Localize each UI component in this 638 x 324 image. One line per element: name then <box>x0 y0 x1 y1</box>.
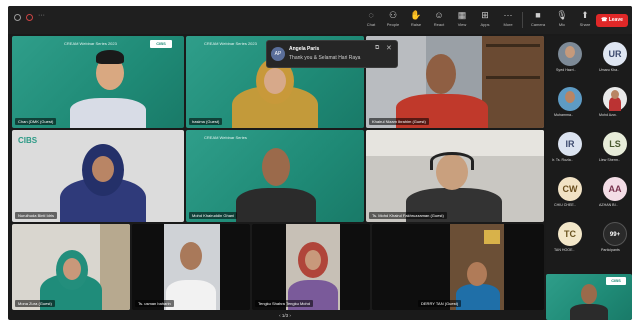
roster-avatar[interactable]: LS <box>603 132 627 156</box>
cibs-logo: CIBS <box>606 277 626 285</box>
participant-name: Ts. Mohd Khairul Fakhruzzaman (Guest) <box>369 212 447 219</box>
participant-face <box>262 148 290 186</box>
camera-button[interactable]: ■ Camera <box>526 9 550 33</box>
participant-figure <box>70 98 146 128</box>
mic-button[interactable]: 🎙 Mic <box>550 9 574 33</box>
banner-text: CREAM Webinar Series 2023 <box>204 41 257 46</box>
roster-name: AZHAN BI.. <box>599 203 618 207</box>
video-tile[interactable]: CREAM Webinar Series Mohd Khairuddin Gha… <box>186 130 364 222</box>
bookshelf <box>482 36 544 128</box>
roster-name: CHIU CHEE.. <box>554 203 576 207</box>
participant-face <box>63 258 81 280</box>
participant-name: Mohd Khairuddin Ghani <box>189 212 238 219</box>
roster-avatar[interactable]: UR <box>603 42 627 66</box>
roster-avatar[interactable] <box>558 87 582 111</box>
roster-name: Liew Sherm.. <box>599 158 620 162</box>
wall-decoration <box>484 230 500 244</box>
participant-name: Mona Zura (Guest) <box>15 300 55 307</box>
participant-face <box>426 54 456 94</box>
window-control-icon[interactable] <box>14 14 21 21</box>
meeting-window: ··· ◌ Chat ⚇ People ✋ Raise ☺ React ▦ View ⊞ A… <box>8 6 632 320</box>
camera-icon: ■ <box>535 10 541 20</box>
participant-name: Chan (DMK (Guest) <box>15 118 57 125</box>
cibs-logo: CIBS <box>18 136 38 145</box>
participant-face <box>467 262 487 286</box>
people-icon: ⚇ <box>388 10 398 20</box>
video-tile[interactable]: CIBS Nurulhuda Binti Idris <box>12 130 184 222</box>
record-icon <box>26 14 33 21</box>
chevron-right-icon[interactable]: › <box>288 313 291 318</box>
raise-hand-button[interactable]: ✋ Raise <box>404 9 428 33</box>
roster-name: Ir. Ts. Rozia.. <box>552 158 573 162</box>
self-view[interactable]: CIBS <box>546 274 632 320</box>
video-tile[interactable]: CREAM Webinar Series 2023 CIBS Chan (DMK… <box>12 36 184 128</box>
share-button[interactable]: ⬆ Share <box>573 9 597 33</box>
roster-avatar[interactable] <box>603 87 627 111</box>
participant-face <box>264 68 286 94</box>
participant-figure <box>570 304 608 320</box>
chat-button[interactable]: ◌ Chat <box>359 9 383 33</box>
video-tile[interactable]: Ts. usman baharin <box>132 224 250 310</box>
participant-name: Ts. usman baharin <box>135 300 174 307</box>
participant-face <box>581 284 597 304</box>
participant-roster: Syed Hazri.. UR Umaru Kha.. Muhamma.. Mo… <box>546 36 632 274</box>
participant-name: Tengku Shahra Tengku Mohd <box>255 300 313 307</box>
apps-button[interactable]: ⊞ Apps <box>473 9 497 33</box>
roster-name: Participants <box>601 248 620 252</box>
participant-name: Nurulhuda Binti Idris <box>15 212 58 219</box>
roster-name: TAN HOOE.. <box>554 248 575 252</box>
chat-icon: ◌ <box>368 10 374 20</box>
more-dots-icon[interactable]: ··· <box>38 12 45 19</box>
sender-avatar: AP <box>271 47 285 61</box>
view-button[interactable]: ▦ View <box>450 9 474 33</box>
close-icon[interactable]: ✕ <box>386 44 392 52</box>
more-participants-button[interactable]: 99+ <box>603 222 627 246</box>
participant-figure <box>236 188 316 222</box>
smiley-icon: ☺ <box>434 10 444 20</box>
roster-avatar[interactable] <box>558 42 582 66</box>
roster-name: Muhamma.. <box>554 113 573 117</box>
mic-icon: 🎙 <box>556 10 568 20</box>
participant-name: hasima (Guest) <box>189 118 223 125</box>
roster-name: Syed Hazri.. <box>556 68 576 72</box>
headset-icon <box>430 152 474 170</box>
share-icon: ⬆ <box>581 10 589 20</box>
video-tile[interactable]: Tengku Shahra Tengku Mohd <box>252 224 370 310</box>
gallery-pager[interactable]: ‹ 1/3 › <box>270 312 300 320</box>
more-button[interactable]: ··· More <box>496 9 520 33</box>
chat-message: Thank you & Selamat Hari Raya <box>289 55 361 61</box>
video-tile[interactable]: Mona Zura (Guest) <box>12 224 130 310</box>
participant-face <box>92 156 114 182</box>
popout-icon[interactable]: ⧉ <box>375 45 379 52</box>
leave-button[interactable]: ☎ Leave <box>596 14 628 27</box>
people-button[interactable]: ⚇ People <box>381 9 405 33</box>
banner-text: CREAM Webinar Series <box>204 135 247 140</box>
participant-name: Khairul Nizam Ibrahim (Guest) <box>369 118 429 125</box>
banner-text: CREAM Webinar Series 2023 <box>64 41 117 46</box>
sender-name: Angela Paris <box>289 46 320 52</box>
apps-icon: ⊞ <box>481 10 489 20</box>
chat-notification[interactable]: AP Angela Paris Thank you & Selamat Hari… <box>266 40 398 68</box>
cibs-logo: CIBS <box>150 40 172 48</box>
roster-avatar[interactable]: IR <box>558 132 582 156</box>
roster-avatar[interactable]: AA <box>603 177 627 201</box>
meeting-toolbar: ··· ◌ Chat ⚇ People ✋ Raise ☺ React ▦ View ⊞ A… <box>8 6 632 34</box>
participant-face <box>180 242 202 270</box>
roster-avatar[interactable]: TC <box>558 222 582 246</box>
video-tile[interactable]: Ts. Mohd Khairul Fakhruzzaman (Guest) <box>366 130 544 222</box>
phone-icon: ☎ <box>601 17 609 23</box>
hand-icon: ✋ <box>410 10 422 20</box>
grid-icon: ▦ <box>457 10 467 20</box>
roster-name: Umaru Kha.. <box>599 68 620 72</box>
roster-avatar[interactable]: CW <box>558 177 582 201</box>
participant-name: DERRY TAN (Guest) <box>418 300 462 307</box>
roster-name: Mohd Azw.. <box>599 113 618 117</box>
video-tile[interactable]: DERRY TAN (Guest) <box>372 224 544 310</box>
participant-face <box>305 250 321 270</box>
more-icon: ··· <box>503 10 513 20</box>
toolbar-divider <box>522 12 523 28</box>
react-button[interactable]: ☺ React <box>427 9 451 33</box>
participant-figure <box>456 284 500 310</box>
